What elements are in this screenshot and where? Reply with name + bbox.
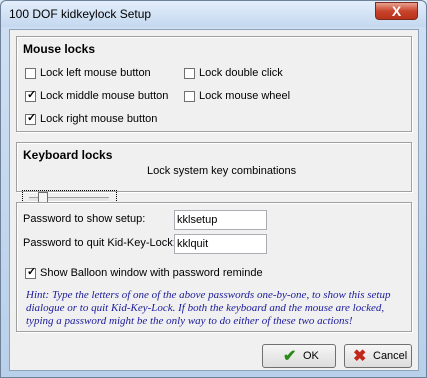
dialog-body: Mouse locks Lock left mouse button Lock … — [9, 29, 419, 371]
ok-button[interactable]: ✔ OK — [262, 344, 336, 368]
check-mark-icon: ✓ — [27, 112, 37, 124]
setup-window: 100 DOF kidkeylock Setup X Mouse locks L… — [0, 0, 427, 378]
close-icon: X — [391, 3, 402, 19]
checkbox-box[interactable]: ✓ — [25, 112, 37, 125]
close-button[interactable]: X — [375, 2, 418, 20]
check-mark-icon: ✓ — [27, 266, 37, 278]
mouse-locks-title: Mouse locks — [23, 42, 96, 56]
x-mark-icon: ✖ — [353, 348, 367, 365]
setup-password-label: Password to show setup: — [23, 213, 146, 225]
window-title: 100 DOF kidkeylock Setup — [9, 7, 152, 21]
checkbox-label: Lock mouse wheel — [199, 90, 291, 102]
quit-password-input[interactable] — [174, 234, 267, 254]
keyboard-locks-group: Keyboard locks Lock system key combinati… — [16, 142, 412, 192]
setup-password-input[interactable] — [174, 210, 267, 230]
cancel-button-label: Cancel — [373, 350, 408, 362]
checkbox-label: Lock left mouse button — [40, 67, 151, 79]
keyboard-locks-title: Keyboard locks — [23, 148, 113, 162]
checkbox-label: Lock right mouse button — [40, 113, 158, 125]
checkbox-label: Lock double click — [199, 67, 283, 79]
checkbox-box[interactable] — [184, 91, 195, 102]
keyboard-level-label: Lock system key combinations — [147, 165, 297, 177]
checkbox-label: Lock middle mouse button — [40, 90, 169, 102]
checkbox-box[interactable] — [25, 68, 36, 79]
ok-button-label: OK — [303, 350, 319, 362]
quit-password-label: Password to quit Kid-Key-Lock: — [23, 237, 176, 249]
cancel-button[interactable]: ✖ Cancel — [344, 344, 412, 368]
checkbox-box[interactable] — [184, 68, 195, 79]
checkbox-label: Show Balloon window with password remind… — [40, 267, 263, 279]
checkmark-icon: ✔ — [283, 348, 297, 365]
hint-text: Hint: Type the letters of one of the abo… — [26, 289, 391, 327]
checkbox-box[interactable]: ✓ — [25, 266, 37, 279]
checkbox-box[interactable]: ✓ — [25, 89, 37, 102]
title-bar[interactable]: 100 DOF kidkeylock Setup X — [1, 1, 426, 27]
mouse-locks-group: Mouse locks Lock left mouse button Lock … — [16, 36, 412, 132]
check-mark-icon: ✓ — [27, 89, 37, 101]
